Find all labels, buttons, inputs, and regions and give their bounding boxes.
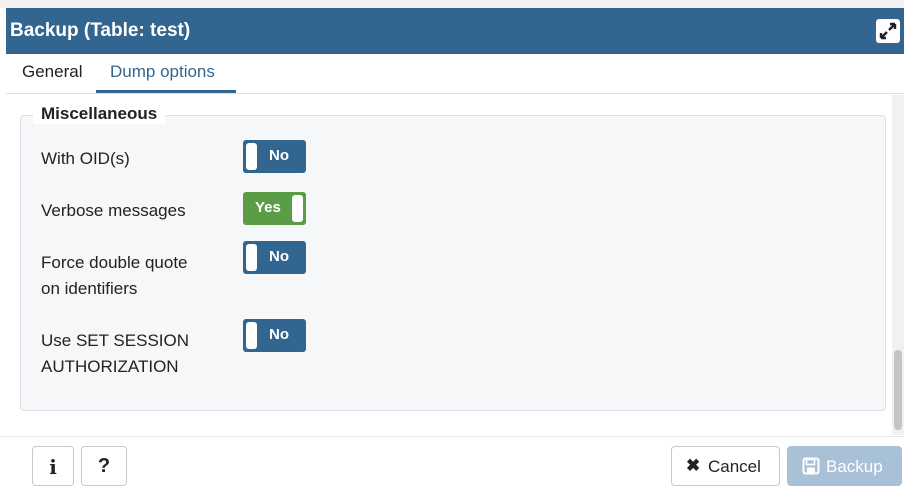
cancel-button-label: Cancel xyxy=(708,457,761,476)
info-button[interactable]: i xyxy=(32,446,74,486)
cancel-button[interactable]: ✖ Cancel xyxy=(671,446,780,486)
force-double-quote-toggle[interactable]: No xyxy=(243,241,306,274)
verbose-messages-toggle[interactable]: Yes xyxy=(243,192,306,225)
fieldset-legend: Miscellaneous xyxy=(33,104,166,124)
dialog-footer: i ? ✖ Cancel Backup xyxy=(0,436,904,491)
toggle-knob xyxy=(246,143,257,170)
save-icon xyxy=(802,457,820,475)
with-oids-toggle[interactable]: No xyxy=(243,140,306,173)
maximize-button[interactable] xyxy=(876,19,900,43)
force-double-quote-label-line1: Force double quote xyxy=(41,253,188,272)
force-double-quote-label: Force double quote on identifiers xyxy=(41,250,188,302)
set-session-authorization-toggle[interactable]: No xyxy=(243,319,306,352)
toggle-state-label: No xyxy=(269,147,289,164)
with-oids-label: With OID(s) xyxy=(41,146,130,172)
with-oids-label-line1: With OID(s) xyxy=(41,149,130,168)
backup-button[interactable]: Backup xyxy=(787,446,902,486)
toggle-state-label: No xyxy=(269,248,289,265)
set-session-authorization-label-line2: AUTHORIZATION xyxy=(41,357,179,376)
help-button[interactable]: ? xyxy=(81,446,127,486)
active-tab-indicator xyxy=(96,90,236,93)
set-session-authorization-label: Use SET SESSION AUTHORIZATION xyxy=(41,328,189,380)
dialog-title: Backup (Table: test) xyxy=(10,20,191,41)
backup-button-label: Backup xyxy=(826,457,883,476)
force-double-quote-label-line2: on identifiers xyxy=(41,279,138,298)
tab-general[interactable]: General xyxy=(22,62,82,82)
panel-scrollbar[interactable] xyxy=(892,95,904,435)
verbose-messages-label-line1: Verbose messages xyxy=(41,201,186,220)
window-top-strip xyxy=(0,0,904,8)
dialog-titlebar[interactable]: Backup (Table: test) xyxy=(6,8,904,54)
verbose-messages-label: Verbose messages xyxy=(41,198,186,224)
toggle-knob xyxy=(246,244,257,271)
set-session-authorization-label-line1: Use SET SESSION xyxy=(41,331,190,350)
miscellaneous-fieldset: Miscellaneous With OID(s) No Verbose mes… xyxy=(20,104,886,411)
help-icon: ? xyxy=(97,455,111,477)
dump-options-panel: Miscellaneous With OID(s) No Verbose mes… xyxy=(6,95,892,435)
info-icon: i xyxy=(49,455,57,479)
toggle-state-label: Yes xyxy=(255,199,281,216)
tab-bar: General Dump options xyxy=(6,54,904,94)
tab-dump-options[interactable]: Dump options xyxy=(110,62,215,82)
scrollbar-thumb[interactable] xyxy=(894,350,902,430)
toggle-state-label: No xyxy=(269,326,289,343)
expand-icon xyxy=(879,22,897,40)
toggle-knob xyxy=(246,322,257,349)
close-icon: ✖ xyxy=(686,456,701,475)
toggle-knob xyxy=(292,195,303,222)
